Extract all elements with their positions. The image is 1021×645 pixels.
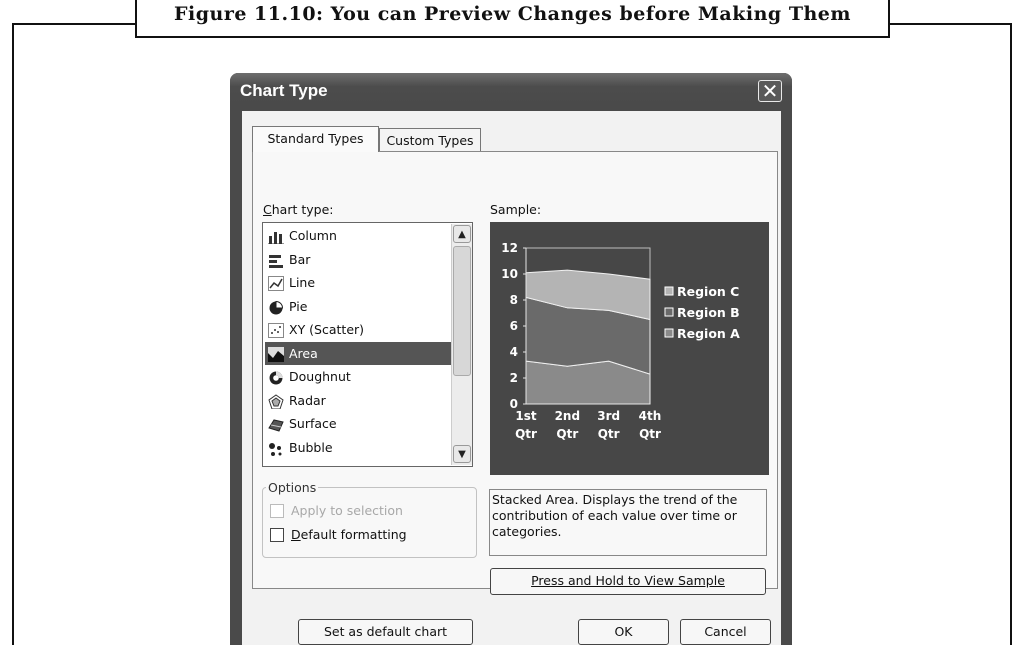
dialog-title-bar: Chart Type ✕ bbox=[230, 73, 792, 107]
dialog-title: Chart Type bbox=[240, 81, 328, 100]
stacked-area-chart: 0246810121stQtr2ndQtr3rdQtr4thQtrRegion … bbox=[501, 241, 740, 441]
surface-chart-icon bbox=[268, 416, 284, 432]
scroll-down-button[interactable]: ▼ bbox=[453, 445, 471, 463]
scatter-chart-icon bbox=[268, 322, 284, 338]
figure-frame-left bbox=[12, 23, 14, 645]
list-item-surface[interactable]: Surface bbox=[265, 412, 452, 435]
list-item-label: Bar bbox=[289, 251, 311, 267]
column-chart-icon bbox=[268, 228, 284, 245]
list-item-label: Doughnut bbox=[289, 369, 351, 384]
list-scrollbar[interactable]: ▲ ▼ bbox=[451, 224, 472, 465]
y-tick-label: 8 bbox=[510, 293, 518, 307]
list-item-label: Area bbox=[289, 345, 318, 361]
ok-button[interactable]: OK bbox=[578, 619, 669, 645]
list-item-label: Pie bbox=[289, 298, 308, 314]
list-item-label: XY (Scatter) bbox=[289, 322, 365, 337]
sample-chart-preview: 0 2 4 6 8 10 12 1st Qtr 2nd Qtr 3rd Qtr 4th Qtr Region … bbox=[490, 222, 769, 475]
legend-label: Region A bbox=[677, 326, 740, 341]
list-item-xy-scatter[interactable]: XY (Scatter) bbox=[265, 318, 452, 341]
chart-type-label: Chart type: bbox=[263, 202, 334, 217]
bubble-chart-icon bbox=[268, 440, 284, 456]
pie-chart-icon bbox=[268, 299, 284, 314]
apply-to-selection-label: Apply to selection bbox=[291, 503, 403, 518]
y-tick-label: 12 bbox=[501, 241, 518, 255]
apply-to-selection-checkbox[interactable] bbox=[270, 504, 284, 518]
y-tick-label: 10 bbox=[501, 267, 518, 281]
chart-description: Stacked Area. Displays the trend of the … bbox=[489, 489, 767, 556]
list-item-label: Surface bbox=[289, 416, 337, 431]
list-item-bubble[interactable]: Bubble bbox=[265, 436, 452, 459]
list-item-column[interactable]: Column bbox=[265, 224, 452, 247]
x-tick-label: 4th bbox=[639, 409, 662, 423]
chart-type-dialog: Chart Type ✕ Standard Types Custom Types… bbox=[230, 73, 792, 645]
list-item-label: Bubble bbox=[289, 439, 333, 455]
list-item-bar[interactable]: Bar bbox=[265, 248, 452, 271]
bar-chart-icon bbox=[268, 252, 284, 268]
options-label: Options bbox=[266, 480, 319, 495]
area-chart-icon bbox=[268, 346, 284, 362]
tab-custom-types[interactable]: Custom Types bbox=[379, 128, 481, 152]
x-tick-label: 1st bbox=[515, 409, 536, 423]
legend-swatch bbox=[664, 328, 674, 338]
close-button[interactable]: ✕ bbox=[758, 79, 782, 103]
press-and-hold-button[interactable]: Press and Hold to View Sample bbox=[490, 568, 766, 595]
y-tick-label: 6 bbox=[510, 319, 518, 333]
x-tick-label: Qtr bbox=[556, 427, 578, 441]
legend-swatch bbox=[664, 286, 674, 296]
list-item-area[interactable]: Area bbox=[265, 341, 452, 365]
tab-standard-types[interactable]: Standard Types bbox=[252, 126, 379, 152]
close-icon: ✕ bbox=[761, 79, 779, 103]
legend-label: Region B bbox=[677, 305, 740, 320]
y-tick-label: 2 bbox=[510, 371, 518, 385]
list-item-doughnut[interactable]: Doughnut bbox=[265, 365, 452, 388]
list-item-radar[interactable]: Radar bbox=[265, 389, 452, 412]
cancel-button[interactable]: Cancel bbox=[680, 619, 771, 645]
x-tick-label: 2nd bbox=[555, 409, 580, 423]
figure-frame-right bbox=[1010, 23, 1012, 645]
chart-type-list[interactable]: Column Bar Line Pie XY (Scatter) Area Doughnut… bbox=[262, 222, 473, 467]
y-tick-label: 4 bbox=[510, 345, 518, 359]
scroll-thumb[interactable] bbox=[453, 246, 471, 376]
default-formatting-checkbox[interactable] bbox=[270, 528, 284, 542]
list-item-line[interactable]: Line bbox=[265, 271, 452, 294]
x-tick-label: Qtr bbox=[598, 427, 620, 441]
list-item-label: Radar bbox=[289, 392, 326, 408]
list-item-pie[interactable]: Pie bbox=[265, 295, 452, 318]
x-tick-label: Qtr bbox=[515, 427, 537, 441]
x-tick-label: Qtr bbox=[639, 427, 661, 441]
list-item-label: Column bbox=[289, 228, 337, 243]
radar-chart-icon bbox=[268, 393, 284, 409]
x-tick-label: 3rd bbox=[597, 409, 620, 423]
set-as-default-chart-button[interactable]: Set as default chart bbox=[298, 619, 473, 645]
default-formatting-label: Default formatting bbox=[291, 527, 407, 542]
press-and-hold-label: Press and Hold to View Sample bbox=[531, 573, 725, 588]
scroll-up-button[interactable]: ▲ bbox=[453, 225, 471, 243]
line-chart-icon bbox=[268, 275, 284, 291]
dialog-client-area: Standard Types Custom Types Chart type: … bbox=[242, 111, 781, 645]
legend-swatch bbox=[664, 307, 674, 317]
figure-caption: Figure 11.10: You can Preview Changes be… bbox=[135, 0, 890, 38]
list-item-label: Line bbox=[289, 275, 316, 290]
legend-label: Region C bbox=[677, 284, 739, 299]
options-group bbox=[262, 487, 477, 558]
doughnut-chart-icon bbox=[268, 369, 284, 385]
sample-label: Sample: bbox=[490, 202, 542, 217]
